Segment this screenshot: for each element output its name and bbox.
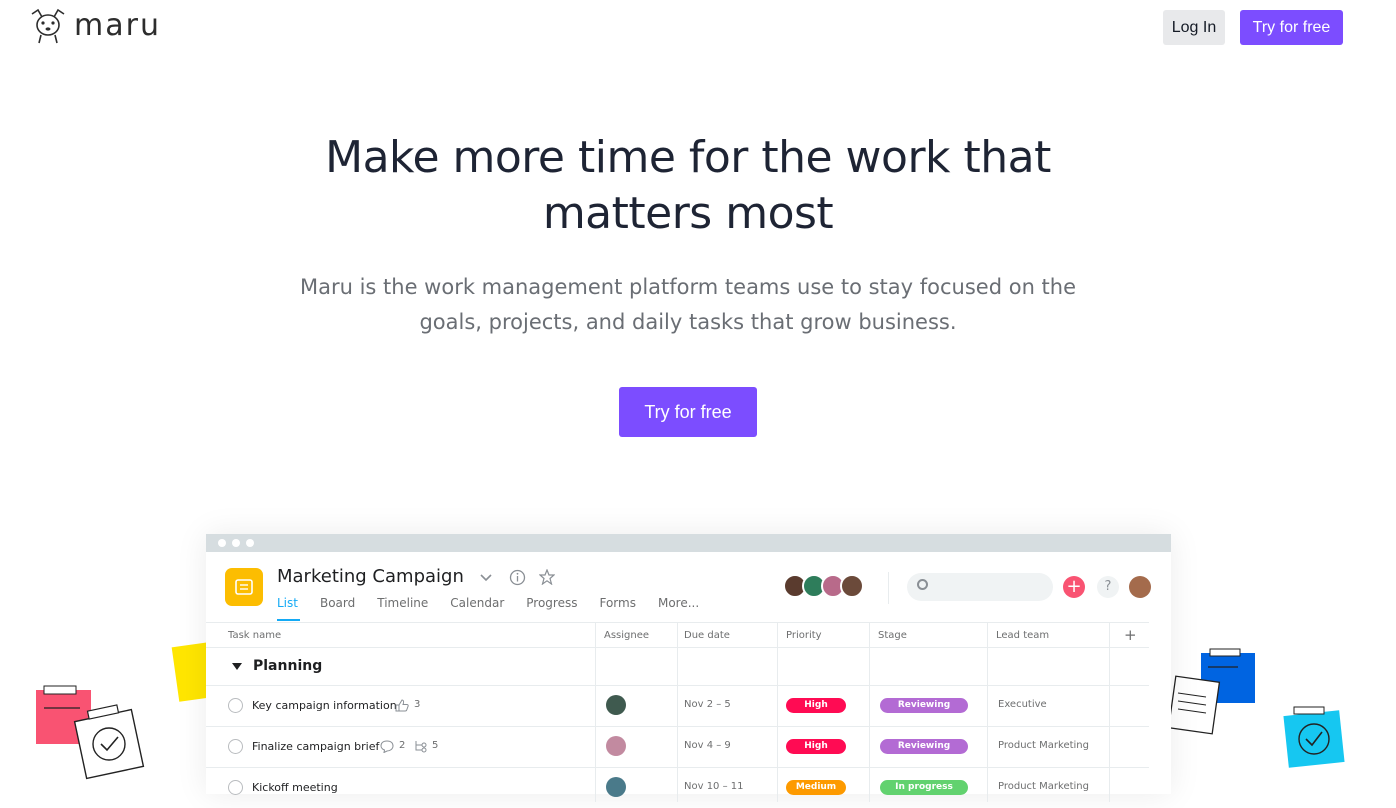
lead-team: Executive	[998, 699, 1047, 710]
lead-team: Product Marketing	[998, 740, 1089, 751]
due-date: Nov 4 – 9	[684, 740, 731, 751]
comment-icon	[380, 740, 394, 753]
brand-logo[interactable]: maru	[28, 8, 161, 44]
info-icon[interactable]	[509, 569, 526, 586]
search-input[interactable]	[907, 573, 1053, 601]
col-lead-team[interactable]: Lead team	[996, 630, 1049, 641]
col-priority[interactable]: Priority	[786, 630, 822, 641]
window-dot	[218, 539, 226, 547]
table-row[interactable]: Key campaign information 3 Nov 2 – 5 Hig…	[206, 685, 1149, 726]
project-tabs: List Board Timeline Calendar Progress Fo…	[277, 596, 699, 610]
checkbox-icon[interactable]	[228, 698, 243, 713]
task-name[interactable]: Finalize campaign brief	[252, 740, 379, 753]
thumbs-up-icon	[395, 699, 409, 712]
try-free-nav-button[interactable]: Try for free	[1240, 10, 1343, 45]
sticky-notes-right-illustration	[1168, 648, 1345, 768]
star-icon[interactable]	[539, 569, 555, 585]
triangle-down-icon[interactable]	[232, 663, 242, 671]
tab-board[interactable]: Board	[320, 596, 355, 610]
try-free-hero-button[interactable]: Try for free	[619, 387, 757, 437]
tab-calendar[interactable]: Calendar	[450, 596, 504, 610]
window-dot	[232, 539, 240, 547]
subtitle-line-1: Maru is the work management platform tea…	[299, 275, 1077, 299]
priority-badge[interactable]: High	[786, 698, 846, 713]
avatar	[606, 736, 626, 756]
tab-progress[interactable]: Progress	[526, 596, 577, 610]
help-button[interactable]: ?	[1097, 576, 1119, 598]
app-preview-window: Marketing Campaign List Board Timeline C…	[206, 534, 1171, 802]
subtasks-count: 5	[432, 740, 439, 751]
stage-badge[interactable]: Reviewing	[880, 698, 968, 713]
comments-count: 2	[399, 740, 406, 751]
dog-logo-icon	[31, 8, 65, 44]
due-date: Nov 2 – 5	[684, 699, 731, 710]
avatar	[840, 574, 864, 598]
tab-forms[interactable]: Forms	[599, 596, 635, 610]
avatar	[606, 695, 626, 715]
user-avatar[interactable]	[1129, 576, 1151, 598]
list-icon	[235, 579, 253, 595]
active-tab-indicator	[277, 619, 300, 621]
hero-headline: Make more time for the work that matters…	[288, 130, 1088, 242]
checkbox-icon[interactable]	[228, 739, 243, 754]
add-button[interactable]: +	[1063, 576, 1085, 598]
window-dot	[246, 539, 254, 547]
headline-line-1: Make more time for the work that	[325, 132, 1051, 183]
project-members[interactable]	[783, 574, 864, 598]
subtask-icon	[415, 741, 427, 753]
col-assignee[interactable]: Assignee	[604, 630, 649, 641]
stage-badge[interactable]: Reviewing	[880, 739, 968, 754]
hero-subtitle: Maru is the work management platform tea…	[290, 270, 1086, 340]
top-nav: maru Log In Try for free	[0, 0, 1396, 56]
section-title[interactable]: Planning	[253, 658, 322, 674]
project-icon	[225, 568, 263, 606]
tab-timeline[interactable]: Timeline	[377, 596, 428, 610]
divider	[888, 572, 889, 604]
chevron-down-icon[interactable]	[480, 574, 492, 582]
tab-list[interactable]: List	[277, 596, 298, 610]
lead-team: Product Marketing	[998, 781, 1089, 792]
project-title: Marketing Campaign	[277, 566, 464, 587]
brand-name: maru	[74, 8, 161, 43]
col-due-date[interactable]: Due date	[684, 630, 730, 641]
avatar	[606, 777, 626, 797]
subtitle-line-2: goals, projects, and daily tasks that gr…	[419, 310, 957, 334]
help-icon: ?	[1104, 579, 1112, 594]
col-stage[interactable]: Stage	[878, 630, 907, 641]
task-name[interactable]: Key campaign information	[252, 699, 397, 712]
window-chrome	[206, 534, 1171, 552]
due-date: Nov 10 – 11	[684, 781, 744, 792]
likes-count: 3	[414, 699, 421, 710]
add-column-button[interactable]: +	[1124, 626, 1137, 644]
sticky-notes-left-illustration	[36, 641, 210, 780]
priority-badge[interactable]: High	[786, 739, 846, 754]
plus-icon: +	[1066, 576, 1082, 597]
login-button[interactable]: Log In	[1163, 10, 1225, 45]
tab-more[interactable]: More...	[658, 596, 699, 610]
col-task-name[interactable]: Task name	[228, 630, 281, 641]
table-row[interactable]: Finalize campaign brief 2 5 Nov 4 – 9 Hi…	[206, 726, 1149, 767]
search-icon	[917, 579, 928, 590]
headline-line-2: matters most	[542, 188, 834, 239]
